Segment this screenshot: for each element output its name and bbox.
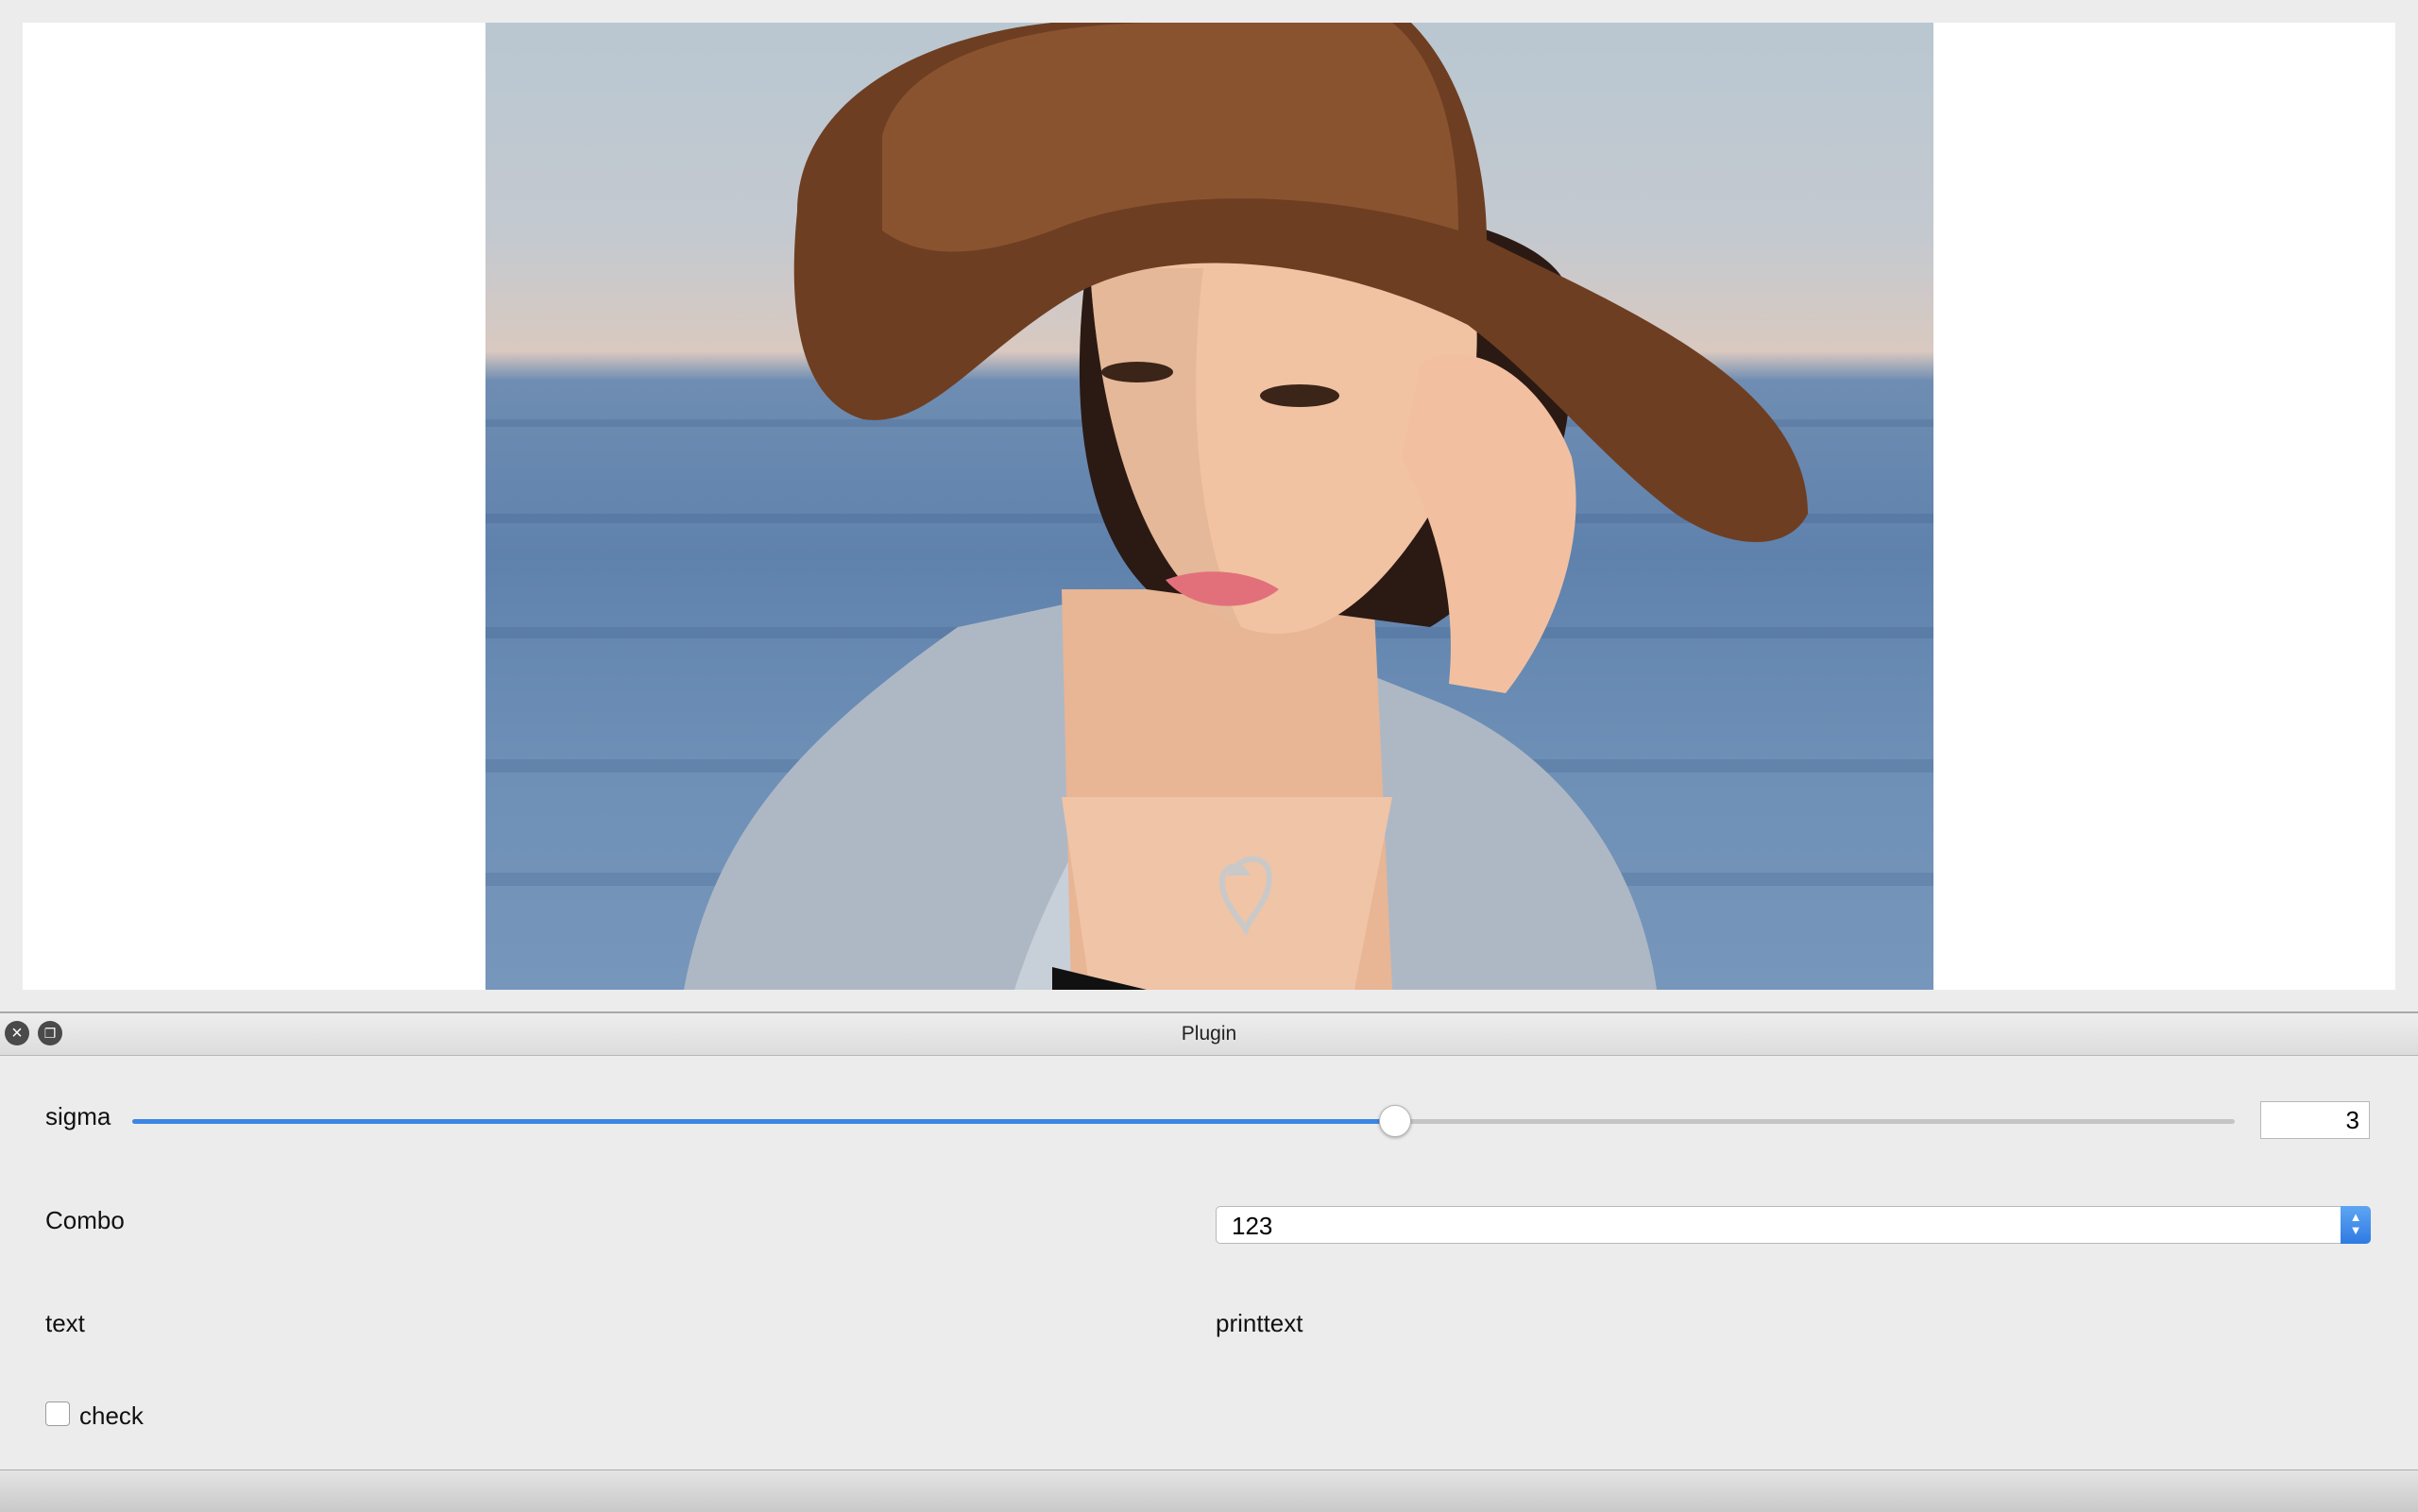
- combo-selected-value: 123: [1232, 1212, 1273, 1240]
- combo-select[interactable]: 123 ▲ ▼: [1216, 1206, 2371, 1244]
- check-label: check: [79, 1402, 144, 1430]
- sigma-slider-handle[interactable]: [1378, 1105, 1411, 1137]
- sigma-label: sigma: [45, 1102, 111, 1130]
- up-down-chevron-icon[interactable]: ▲ ▼: [2341, 1206, 2371, 1244]
- text-label: text: [45, 1309, 85, 1337]
- combo-label: Combo: [45, 1206, 125, 1234]
- plugin-dock-titlebar[interactable]: × ❐ Plugin: [0, 1013, 2418, 1056]
- image-viewer[interactable]: [23, 23, 2395, 990]
- text-value: printtext: [1216, 1309, 1303, 1337]
- sigma-slider-fill: [132, 1119, 1394, 1124]
- status-bar: [0, 1470, 2418, 1512]
- photo-illustration: [485, 23, 1933, 990]
- displayed-photo: [485, 23, 1933, 990]
- sigma-value-input[interactable]: 3: [2260, 1101, 2370, 1139]
- check-checkbox[interactable]: [45, 1402, 70, 1426]
- sigma-slider[interactable]: [132, 1105, 2235, 1137]
- plugin-dock-title: Plugin: [1181, 1023, 1237, 1045]
